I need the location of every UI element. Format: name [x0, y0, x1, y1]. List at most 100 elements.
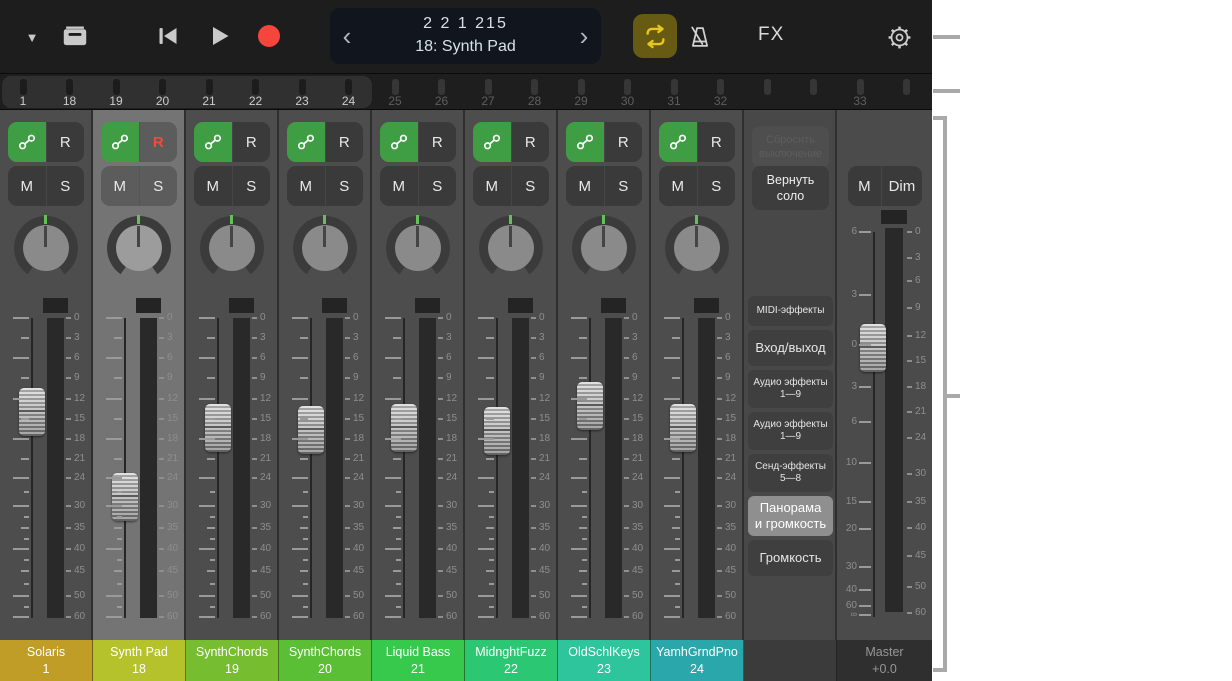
record-enable-button[interactable]: R	[697, 122, 736, 162]
pan-center-tick	[695, 215, 698, 224]
solo-button[interactable]: S	[604, 166, 643, 206]
play-button[interactable]	[208, 25, 232, 47]
master-mute-button[interactable]: M	[848, 166, 881, 206]
library-button[interactable]	[58, 22, 92, 50]
automation-button[interactable]	[473, 122, 511, 162]
volume-fader[interactable]	[577, 382, 603, 430]
ruler-tick	[671, 79, 678, 95]
master-fader-scale-tick	[859, 614, 871, 616]
mute-button[interactable]: M	[659, 166, 697, 206]
record-enable-button[interactable]: R	[604, 122, 643, 162]
solo-button[interactable]: S	[418, 166, 457, 206]
automation-button[interactable]	[659, 122, 697, 162]
fader-scale-minor-tick	[303, 491, 308, 493]
automation-button[interactable]	[566, 122, 604, 162]
automation-button[interactable]	[101, 122, 139, 162]
mute-solo-group: M S	[287, 166, 363, 206]
master-name: Master	[865, 644, 903, 660]
panel-section-button[interactable]: Аудио эффекты1—9	[748, 370, 833, 408]
pan-knob[interactable]	[479, 216, 543, 280]
fx-button[interactable]: FX	[758, 24, 784, 46]
record-enable-button[interactable]: R	[325, 122, 364, 162]
pan-knob[interactable]	[107, 216, 171, 280]
mute-button[interactable]: M	[473, 166, 511, 206]
volume-fader[interactable]	[391, 404, 417, 452]
channel-strip: R M S 03691215182124303540455060	[279, 110, 372, 640]
master-gain-value: +0.0	[872, 661, 897, 677]
fader-scale-minor-tick	[24, 583, 29, 585]
dim-button[interactable]: Dim	[881, 166, 922, 206]
track-overview-ruler[interactable]: 118192021222324252627282930313233	[0, 73, 932, 110]
pan-knob[interactable]	[200, 216, 264, 280]
db-scale-label: 45	[531, 565, 550, 576]
lcd-display[interactable]: ‹ › 2 2 1 215 18: Synth Pad	[330, 8, 601, 64]
solo-button[interactable]: S	[325, 166, 364, 206]
restore-solo-button[interactable]: Вернуть соло	[752, 166, 829, 210]
panel-section-button[interactable]: Вход/выход	[748, 330, 833, 366]
metronome-icon	[687, 24, 713, 50]
volume-fader[interactable]	[112, 473, 138, 521]
master-volume-fader[interactable]	[860, 324, 886, 372]
track-name-cell[interactable]: SynthChords20	[279, 640, 372, 681]
fader-scale-tick	[664, 505, 680, 507]
mute-button[interactable]: M	[566, 166, 604, 206]
pan-knob[interactable]	[386, 216, 450, 280]
solo-button[interactable]: S	[697, 166, 736, 206]
track-name-cell[interactable]: Synth Pad18	[93, 640, 186, 681]
volume-fader[interactable]	[205, 404, 231, 452]
ruler-tick	[206, 79, 213, 95]
metronome-button[interactable]	[686, 23, 714, 51]
mute-button[interactable]: M	[101, 166, 139, 206]
fader-scale-tick	[106, 616, 122, 618]
fader-scale-tick	[199, 505, 215, 507]
panel-section-button[interactable]: Громкость	[748, 540, 833, 576]
track-name-cell[interactable]: SynthChords19	[186, 640, 279, 681]
automation-button[interactable]	[194, 122, 232, 162]
panel-section-button[interactable]: MIDI-эффекты	[748, 296, 833, 326]
disclosure-button[interactable]: ▼	[22, 28, 42, 46]
panel-section-button[interactable]: Сенд-эффекты5—8	[748, 454, 833, 492]
fader-scale-minor-tick	[582, 491, 587, 493]
volume-fader[interactable]	[19, 388, 45, 436]
track-name-cell[interactable]: Solaris1	[0, 640, 93, 681]
mute-button[interactable]: M	[380, 166, 418, 206]
pan-knob[interactable]	[293, 216, 357, 280]
pan-knob[interactable]	[14, 216, 78, 280]
solo-button[interactable]: S	[46, 166, 85, 206]
volume-fader[interactable]	[298, 406, 324, 454]
solo-button[interactable]: S	[139, 166, 178, 206]
solo-button[interactable]: S	[511, 166, 550, 206]
automation-button[interactable]	[380, 122, 418, 162]
record-button[interactable]	[258, 25, 280, 47]
fader-scale-tick	[664, 616, 680, 618]
volume-fader[interactable]	[670, 404, 696, 452]
track-name-cell[interactable]: YamhGrndPno24	[651, 640, 744, 681]
automation-button[interactable]	[287, 122, 325, 162]
panel-section-button[interactable]: Аудио эффекты1—9	[748, 412, 833, 450]
db-scale-label: 40	[252, 543, 271, 554]
pan-knob[interactable]	[572, 216, 636, 280]
record-enable-button[interactable]: R	[418, 122, 457, 162]
solo-button[interactable]: S	[232, 166, 271, 206]
db-scale-label: 40	[717, 543, 736, 554]
record-enable-button[interactable]: R	[46, 122, 85, 162]
automation-button[interactable]	[8, 122, 46, 162]
track-name-cell[interactable]: OldSchlKeys23	[558, 640, 651, 681]
go-to-beginning-button[interactable]	[156, 25, 180, 47]
track-name-cell[interactable]: Liquid Bass21	[372, 640, 465, 681]
mute-button[interactable]: M	[8, 166, 46, 206]
panel-section-button[interactable]: Панорамаи громкость	[748, 496, 833, 536]
cycle-button[interactable]	[633, 14, 677, 58]
settings-button[interactable]	[884, 22, 914, 52]
volume-fader[interactable]	[484, 407, 510, 455]
record-enable-button[interactable]: R	[139, 122, 178, 162]
pan-knob[interactable]	[665, 216, 729, 280]
record-enable-button[interactable]: R	[232, 122, 271, 162]
mute-button[interactable]: M	[287, 166, 325, 206]
track-name-cell[interactable]: MidnghtFuzz22	[465, 640, 558, 681]
fader-scale-tick	[292, 317, 308, 319]
mute-button[interactable]: M	[194, 166, 232, 206]
record-enable-button[interactable]: R	[511, 122, 550, 162]
master-meter-scale-label: 30	[907, 468, 926, 479]
fader-scale-tick	[486, 570, 494, 572]
